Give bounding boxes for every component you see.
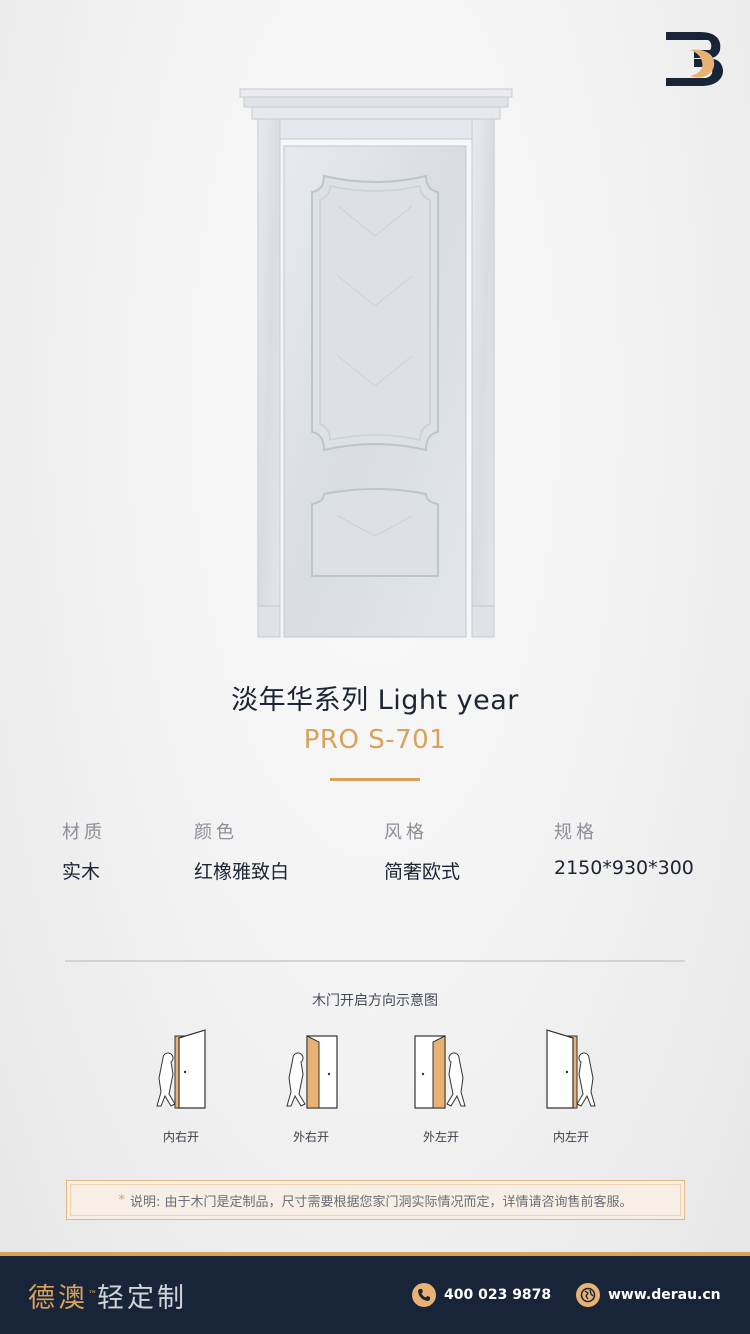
notice-marker: * xyxy=(118,1192,125,1208)
spec-value: 实木 xyxy=(62,861,101,883)
spec-value: 红橡雅致白 xyxy=(194,861,290,883)
notice-text: 说明: 由于木门是定制品，尺寸需要根据您家门洞实际情况而定，详情请咨询售前客服。 xyxy=(129,1194,633,1210)
spec-label: 颜色 xyxy=(194,822,238,843)
outward-right-door-icon xyxy=(271,1028,351,1114)
spec-label: 规格 xyxy=(554,822,598,843)
spec-value: 2150*930*300 xyxy=(554,857,694,879)
phone-icon xyxy=(412,1283,436,1307)
spec-label: 材质 xyxy=(62,822,106,843)
spec-value: 简奢欧式 xyxy=(384,861,461,883)
spec-size: 规格 2150*930*300 xyxy=(554,818,694,879)
opening-label: 外左开 xyxy=(422,1130,459,1144)
inward-left-door-icon xyxy=(531,1028,611,1114)
spec-color: 颜色 红橡雅致白 xyxy=(194,818,289,884)
diagram-title: 木门开启方向示意图 xyxy=(312,993,438,1009)
phone-number: 400 023 9878 xyxy=(444,1287,552,1303)
opening-label: 内左开 xyxy=(552,1130,589,1144)
brand-tagline: 轻定制 xyxy=(97,1283,187,1314)
trademark-mark: ™ xyxy=(88,1290,97,1300)
opening-inward-right: 内右开 xyxy=(141,1028,221,1145)
door-product-image xyxy=(238,86,514,642)
opening-inward-left: 内左开 xyxy=(531,1028,611,1145)
opening-outward-right: 外右开 xyxy=(271,1028,351,1145)
globe-icon xyxy=(576,1283,600,1307)
opening-label: 内右开 xyxy=(162,1130,199,1144)
spec-material: 材质 实木 xyxy=(62,818,106,884)
spec-label: 风格 xyxy=(384,822,428,843)
custom-notice: * 说明: 由于木门是定制品，尺寸需要根据您家门洞实际情况而定，详情请咨询售前客… xyxy=(66,1180,685,1220)
model-code: PRO S-701 xyxy=(303,725,447,755)
outward-left-door-icon xyxy=(401,1028,481,1114)
spec-style: 风格 简奢欧式 xyxy=(384,818,460,884)
series-title: 淡年华系列 Light year xyxy=(231,685,519,716)
opening-label: 外右开 xyxy=(292,1130,329,1144)
section-divider xyxy=(65,960,685,962)
footer-accent-line xyxy=(0,1252,750,1256)
brand-name: 德澳 xyxy=(28,1283,88,1314)
accent-rule xyxy=(330,778,420,781)
brand-logo-icon xyxy=(664,30,726,88)
opening-outward-left: 外左开 xyxy=(401,1028,481,1145)
website-url: www.derau.cn xyxy=(608,1287,721,1303)
inward-right-door-icon xyxy=(141,1028,221,1114)
footer-brand: 德澳™轻定制 xyxy=(28,1276,187,1315)
phone-contact[interactable]: 400 023 9878 xyxy=(412,1283,551,1307)
website-link[interactable]: www.derau.cn xyxy=(576,1283,721,1307)
